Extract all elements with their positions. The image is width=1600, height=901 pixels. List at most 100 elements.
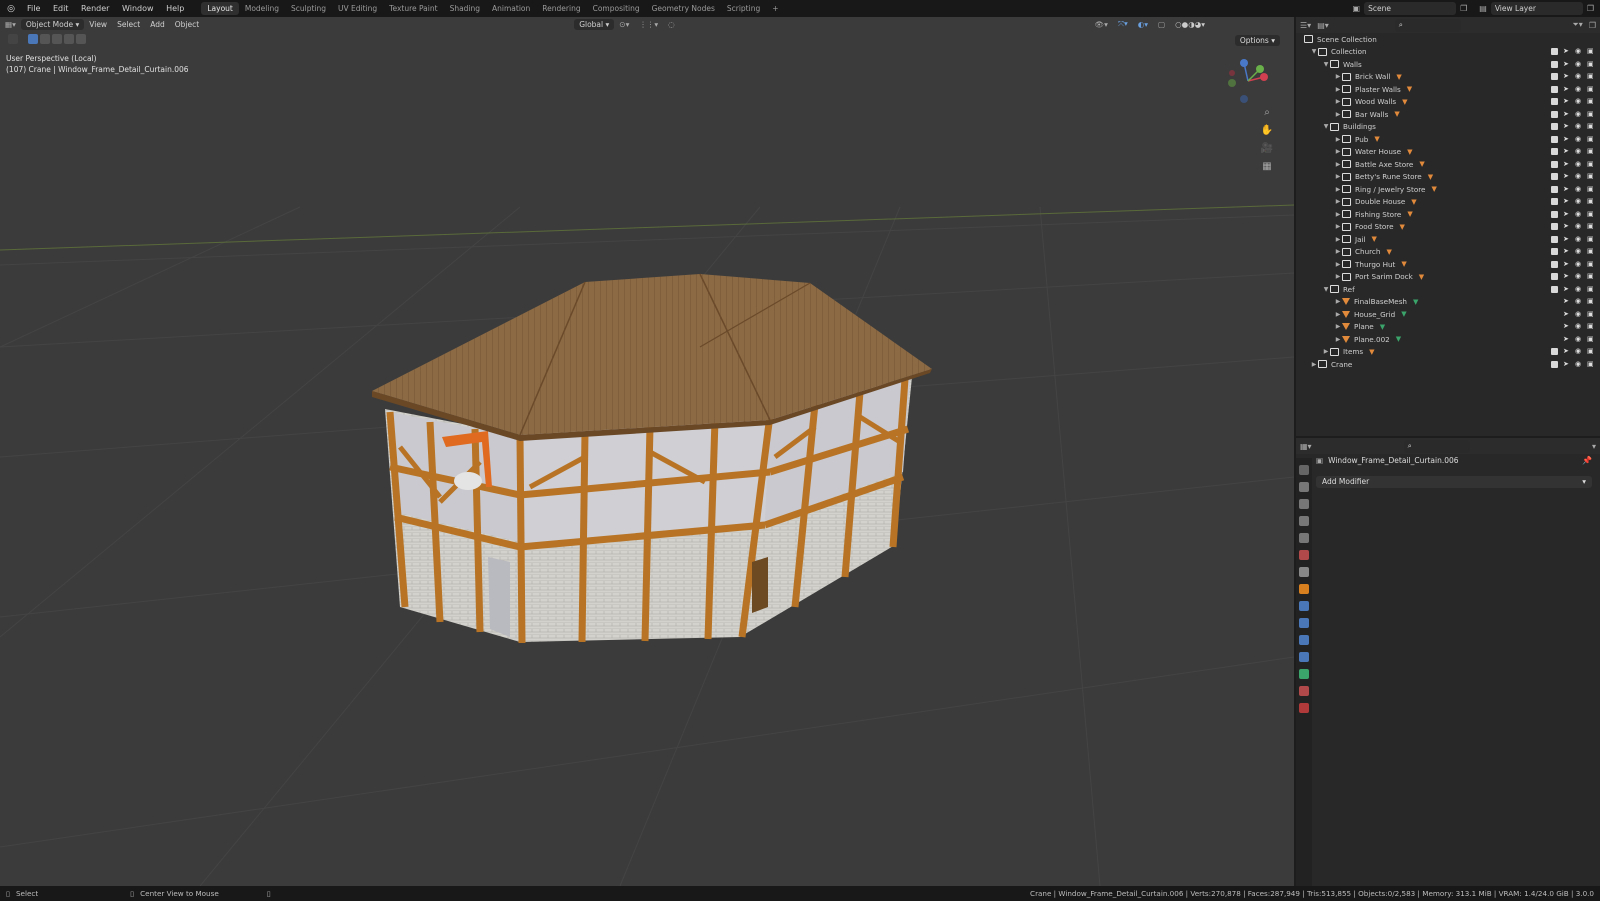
camera-icon[interactable]: ▣ bbox=[1587, 260, 1594, 268]
menu-window[interactable]: Window bbox=[117, 4, 159, 13]
tab-layout[interactable]: Layout bbox=[201, 2, 239, 15]
camera-icon[interactable]: ▣ bbox=[1587, 348, 1594, 355]
tool-select-icon[interactable] bbox=[8, 34, 18, 44]
display-mode-icon[interactable]: ▤▾ bbox=[1317, 21, 1329, 30]
expand-right-icon[interactable]: ▶ bbox=[1334, 186, 1342, 193]
pan-hand-icon[interactable]: ✋ bbox=[1260, 125, 1274, 139]
eye-icon[interactable]: ◉ bbox=[1575, 60, 1582, 68]
render-tab-icon[interactable] bbox=[1299, 482, 1309, 492]
expand-right-icon[interactable]: ▶ bbox=[1334, 86, 1342, 93]
select-arrow-icon[interactable]: ➤ bbox=[1563, 98, 1570, 105]
select-arrow-icon[interactable]: ➤ bbox=[1563, 135, 1570, 143]
menu-file[interactable]: File bbox=[22, 4, 45, 13]
eye-icon[interactable]: ◉ bbox=[1575, 173, 1582, 180]
select-arrow-icon[interactable]: ➤ bbox=[1563, 73, 1570, 80]
outliner-row[interactable]: ▶ Port Sarim Dock ▼ ➤ ◉ ▣ bbox=[1296, 271, 1600, 284]
material-tab-icon[interactable] bbox=[1299, 686, 1309, 696]
editor-type-icon[interactable]: ▦▾ bbox=[0, 19, 21, 30]
camera-icon[interactable]: ▣ bbox=[1587, 335, 1594, 343]
camera-view-icon[interactable]: 🎥 bbox=[1260, 143, 1274, 157]
tool-tab-icon[interactable] bbox=[1299, 465, 1309, 475]
select-arrow-icon[interactable]: ➤ bbox=[1563, 285, 1570, 293]
expand-right-icon[interactable]: ▶ bbox=[1334, 211, 1342, 218]
camera-icon[interactable]: ▣ bbox=[1587, 98, 1594, 105]
select-extend-icon[interactable] bbox=[40, 34, 50, 44]
eye-icon[interactable]: ◉ bbox=[1575, 210, 1582, 218]
outliner-row[interactable]: ▶ Wood Walls ▼ ➤ ◉ ▣ bbox=[1296, 96, 1600, 109]
expand-right-icon[interactable]: ▶ bbox=[1334, 323, 1342, 330]
outliner-row[interactable]: ▶ Bar Walls ▼ ➤ ◉ ▣ bbox=[1296, 108, 1600, 121]
tab-scripting[interactable]: Scripting bbox=[721, 2, 766, 15]
eye-icon[interactable]: ◉ bbox=[1575, 110, 1582, 118]
expand-right-icon[interactable]: ▶ bbox=[1334, 273, 1342, 280]
eye-icon[interactable]: ◉ bbox=[1575, 160, 1582, 168]
outliner-row[interactable]: ▶ Water House ▼ ➤ ◉ ▣ bbox=[1296, 146, 1600, 159]
3d-viewport[interactable]: ▦▾ Object Mode ▾ View Select Add Object … bbox=[0, 17, 1294, 886]
exclude-checkbox[interactable] bbox=[1551, 360, 1558, 368]
filter-icon[interactable]: ⏷▾ bbox=[1572, 20, 1582, 30]
eye-icon[interactable]: ◉ bbox=[1575, 235, 1582, 243]
select-arrow-icon[interactable]: ➤ bbox=[1563, 85, 1570, 93]
tab-uv-editing[interactable]: UV Editing bbox=[332, 2, 383, 15]
select-intersect-icon[interactable] bbox=[76, 34, 86, 44]
outliner-row[interactable]: ▶ Items ▼ ➤ ◉ ▣ bbox=[1296, 346, 1600, 359]
select-new-icon[interactable] bbox=[28, 34, 38, 44]
eye-icon[interactable]: ◉ bbox=[1575, 148, 1582, 155]
expand-down-icon[interactable]: ▼ bbox=[1322, 123, 1330, 130]
pivot-icon[interactable]: ⊙▾ bbox=[614, 19, 634, 30]
eye-icon[interactable]: ◉ bbox=[1575, 348, 1582, 355]
select-arrow-icon[interactable]: ➤ bbox=[1563, 173, 1570, 180]
eye-icon[interactable]: ◉ bbox=[1575, 123, 1582, 130]
eye-icon[interactable]: ◉ bbox=[1575, 335, 1582, 343]
physics-tab-icon[interactable] bbox=[1299, 635, 1309, 645]
properties-search-input[interactable]: ⌕ bbox=[1403, 439, 1470, 453]
expand-right-icon[interactable]: ▶ bbox=[1334, 236, 1342, 243]
menu-add[interactable]: Add bbox=[145, 19, 170, 30]
select-arrow-icon[interactable]: ➤ bbox=[1563, 310, 1570, 318]
ortho-grid-icon[interactable]: ▦ bbox=[1260, 161, 1274, 175]
exclude-checkbox[interactable] bbox=[1551, 85, 1558, 93]
select-arrow-icon[interactable]: ➤ bbox=[1563, 260, 1570, 268]
overlay-toggle-icon[interactable]: ◐▾ bbox=[1133, 19, 1153, 30]
outliner-row[interactable]: ▶ Thurgo Hut ▼ ➤ ◉ ▣ bbox=[1296, 258, 1600, 271]
copy-view-layer-icon[interactable]: ❐ bbox=[1587, 4, 1594, 13]
exclude-checkbox[interactable] bbox=[1551, 260, 1558, 268]
object-tab-icon[interactable] bbox=[1299, 584, 1309, 594]
menu-view[interactable]: View bbox=[84, 19, 112, 30]
exclude-checkbox[interactable] bbox=[1551, 110, 1558, 118]
outliner-search-input[interactable]: ⌕ bbox=[1394, 18, 1461, 32]
select-arrow-icon[interactable]: ➤ bbox=[1563, 185, 1570, 193]
add-workspace-icon[interactable]: + bbox=[766, 2, 784, 15]
select-arrow-icon[interactable]: ➤ bbox=[1563, 248, 1570, 255]
select-arrow-icon[interactable]: ➤ bbox=[1563, 223, 1570, 230]
texture-tab-icon[interactable] bbox=[1299, 703, 1309, 713]
select-arrow-icon[interactable]: ➤ bbox=[1563, 273, 1570, 280]
shading-modes-icon[interactable]: ○●◑◕▾ bbox=[1170, 19, 1210, 30]
outliner-row[interactable]: ▶ House_Grid ▼ ➤ ◉ ▣ bbox=[1296, 308, 1600, 321]
eye-icon[interactable]: ◉ bbox=[1575, 48, 1582, 55]
camera-icon[interactable]: ▣ bbox=[1587, 123, 1594, 130]
xray-icon[interactable]: ▢ bbox=[1153, 19, 1170, 30]
copy-scene-icon[interactable]: ❐ bbox=[1460, 4, 1467, 13]
view-layer-field[interactable]: View Layer bbox=[1490, 2, 1583, 15]
camera-icon[interactable]: ▣ bbox=[1587, 198, 1594, 205]
outliner-row[interactable]: ▶ Fishing Store ▼ ➤ ◉ ▣ bbox=[1296, 208, 1600, 221]
expand-right-icon[interactable]: ▶ bbox=[1334, 223, 1342, 230]
select-arrow-icon[interactable]: ➤ bbox=[1563, 348, 1570, 355]
expand-right-icon[interactable]: ▶ bbox=[1334, 298, 1342, 305]
select-invert-icon[interactable] bbox=[64, 34, 74, 44]
expand-right-icon[interactable]: ▶ bbox=[1322, 348, 1330, 355]
camera-icon[interactable]: ▣ bbox=[1587, 285, 1594, 293]
exclude-checkbox[interactable] bbox=[1551, 198, 1558, 206]
exclude-checkbox[interactable] bbox=[1551, 348, 1558, 356]
exclude-checkbox[interactable] bbox=[1551, 123, 1558, 131]
outliner-row[interactable]: ▶ Ring / Jewelry Store ▼ ➤ ◉ ▣ bbox=[1296, 183, 1600, 196]
menu-object[interactable]: Object bbox=[170, 19, 204, 30]
outliner-row[interactable]: ▶ Church ▼ ➤ ◉ ▣ bbox=[1296, 246, 1600, 259]
expand-right-icon[interactable]: ▶ bbox=[1334, 161, 1342, 168]
outliner-row[interactable]: ▶ Double House ▼ ➤ ◉ ▣ bbox=[1296, 196, 1600, 209]
proportional-edit-icon[interactable]: ◌ bbox=[663, 19, 680, 30]
particles-tab-icon[interactable] bbox=[1299, 618, 1309, 628]
expand-right-icon[interactable]: ▶ bbox=[1334, 311, 1342, 318]
new-collection-icon[interactable]: ❐ bbox=[1589, 21, 1596, 30]
